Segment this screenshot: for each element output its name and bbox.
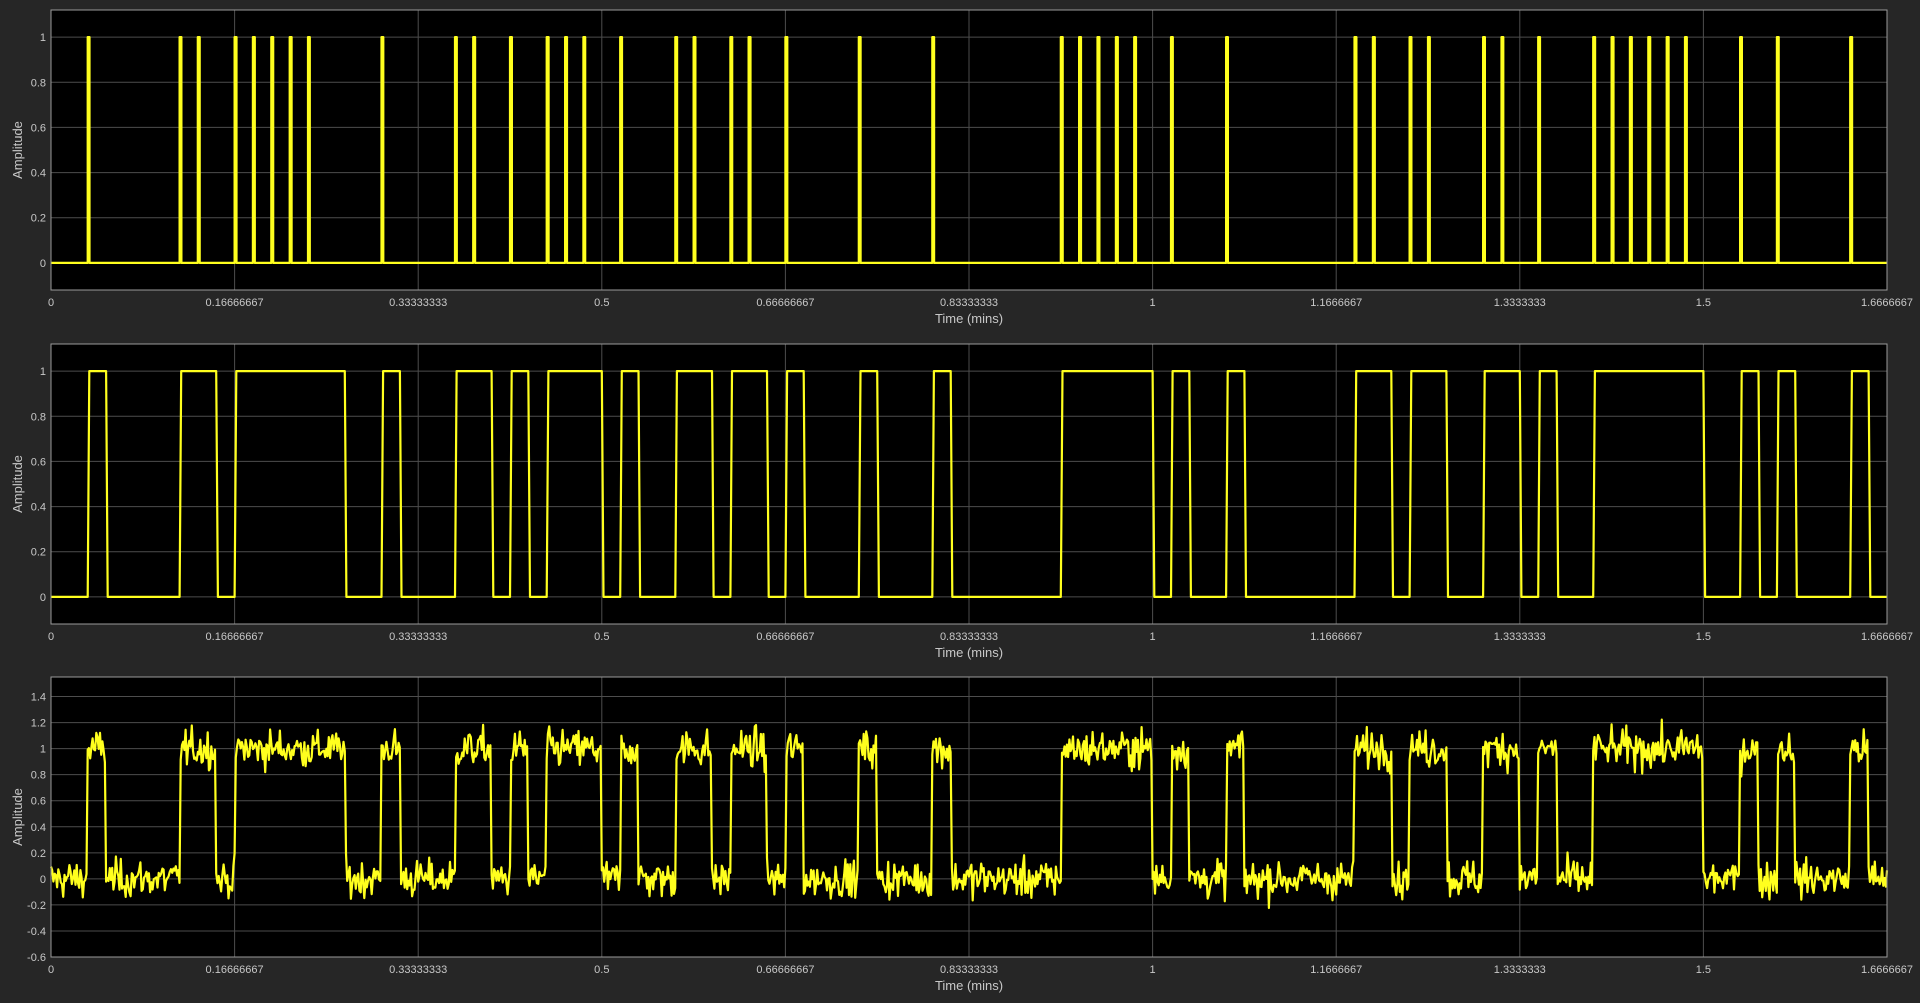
x-tick-label: 1.6666667 [1861,297,1913,309]
x-tick-label: 0.83333333 [940,631,998,643]
x-tick-label: 0.66666667 [756,964,814,976]
x-tick-label: 1.5 [1696,631,1711,643]
x-tick-label: 1 [1150,297,1156,309]
y-tick-label: 0 [40,874,46,886]
x-tick-label: 1.1666667 [1310,631,1362,643]
x-tick-label: 0.66666667 [756,297,814,309]
x-tick-label: 1 [1150,631,1156,643]
y-tick-label: 0.8 [31,411,46,423]
x-tick-label: 0.5 [594,297,609,309]
plot-1: 0 0.16666667 0.33333333 0.5 0.66666667 0.8333… [10,9,1913,326]
y-tick-label: 0.6 [31,456,46,468]
x-tick-label: 1.5 [1696,297,1711,309]
x-tick-label: 1.1666667 [1310,297,1362,309]
x-tick-label: 1 [1150,964,1156,976]
y-tick-label: -0.6 [27,952,46,964]
y-tick-label: -0.4 [27,926,46,938]
y-axis-label: Amplitude [10,788,25,846]
y-tick-label: 0.4 [31,168,46,180]
y-tick-label: 0.6 [31,796,46,808]
figure: 0 0.16666667 0.33333333 0.5 0.66666667 0.8333… [0,0,1920,1003]
x-tick-label: 0.66666667 [756,631,814,643]
y-tick-label: 1.2 [31,718,46,730]
x-tick-label: 1.5 [1696,964,1711,976]
x-tick-label: 0.16666667 [206,964,264,976]
y-tick-label: 0 [40,258,46,270]
y-tick-label: 0.4 [31,502,46,514]
x-tick-label: 1.1666667 [1310,964,1362,976]
x-tick-label: 1.3333333 [1494,964,1546,976]
x-tick-label: 1.3333333 [1494,631,1546,643]
plot-2: 0 0.16666667 0.33333333 0.5 0.66666667 0.8333… [10,343,1913,660]
y-tick-label: 0.8 [31,77,46,89]
x-tick-label: 0 [48,631,54,643]
plot-3: 0 0.16666667 0.33333333 0.5 0.66666667 0.8333… [10,676,1913,993]
x-tick-label: 0.83333333 [940,297,998,309]
x-axis-label: Time (mins) [935,978,1003,993]
x-tick-label: 1.6666667 [1861,964,1913,976]
x-tick-label: 0 [48,297,54,309]
y-tick-label: 0.4 [31,822,46,834]
y-tick-label: 0.2 [31,848,46,860]
x-tick-label: 1.6666667 [1861,631,1913,643]
x-axis-label: Time (mins) [935,311,1003,326]
y-tick-label: 1 [40,744,46,756]
y-tick-label: 1 [40,366,46,378]
y-tick-label: 0.6 [31,122,46,134]
y-axis-label: Amplitude [10,455,25,513]
x-tick-label: 0.5 [594,631,609,643]
y-axis-label: Amplitude [10,121,25,179]
x-axis-label: Time (mins) [935,645,1003,660]
y-tick-label: 1.4 [31,692,46,704]
x-tick-label: 0.5 [594,964,609,976]
y-tick-label: 0.2 [31,213,46,225]
x-tick-label: 0.16666667 [206,631,264,643]
x-tick-label: 0.83333333 [940,964,998,976]
y-tick-label: 0 [40,592,46,604]
y-tick-label: 0.8 [31,770,46,782]
x-tick-label: 0.33333333 [389,297,447,309]
x-tick-label: 0.33333333 [389,631,447,643]
x-tick-label: 0.33333333 [389,964,447,976]
y-tick-label: -0.2 [27,900,46,912]
x-tick-label: 0 [48,964,54,976]
x-tick-label: 0.16666667 [206,297,264,309]
y-tick-label: 0.2 [31,547,46,559]
y-tick-label: 1 [40,32,46,44]
x-tick-label: 1.3333333 [1494,297,1546,309]
